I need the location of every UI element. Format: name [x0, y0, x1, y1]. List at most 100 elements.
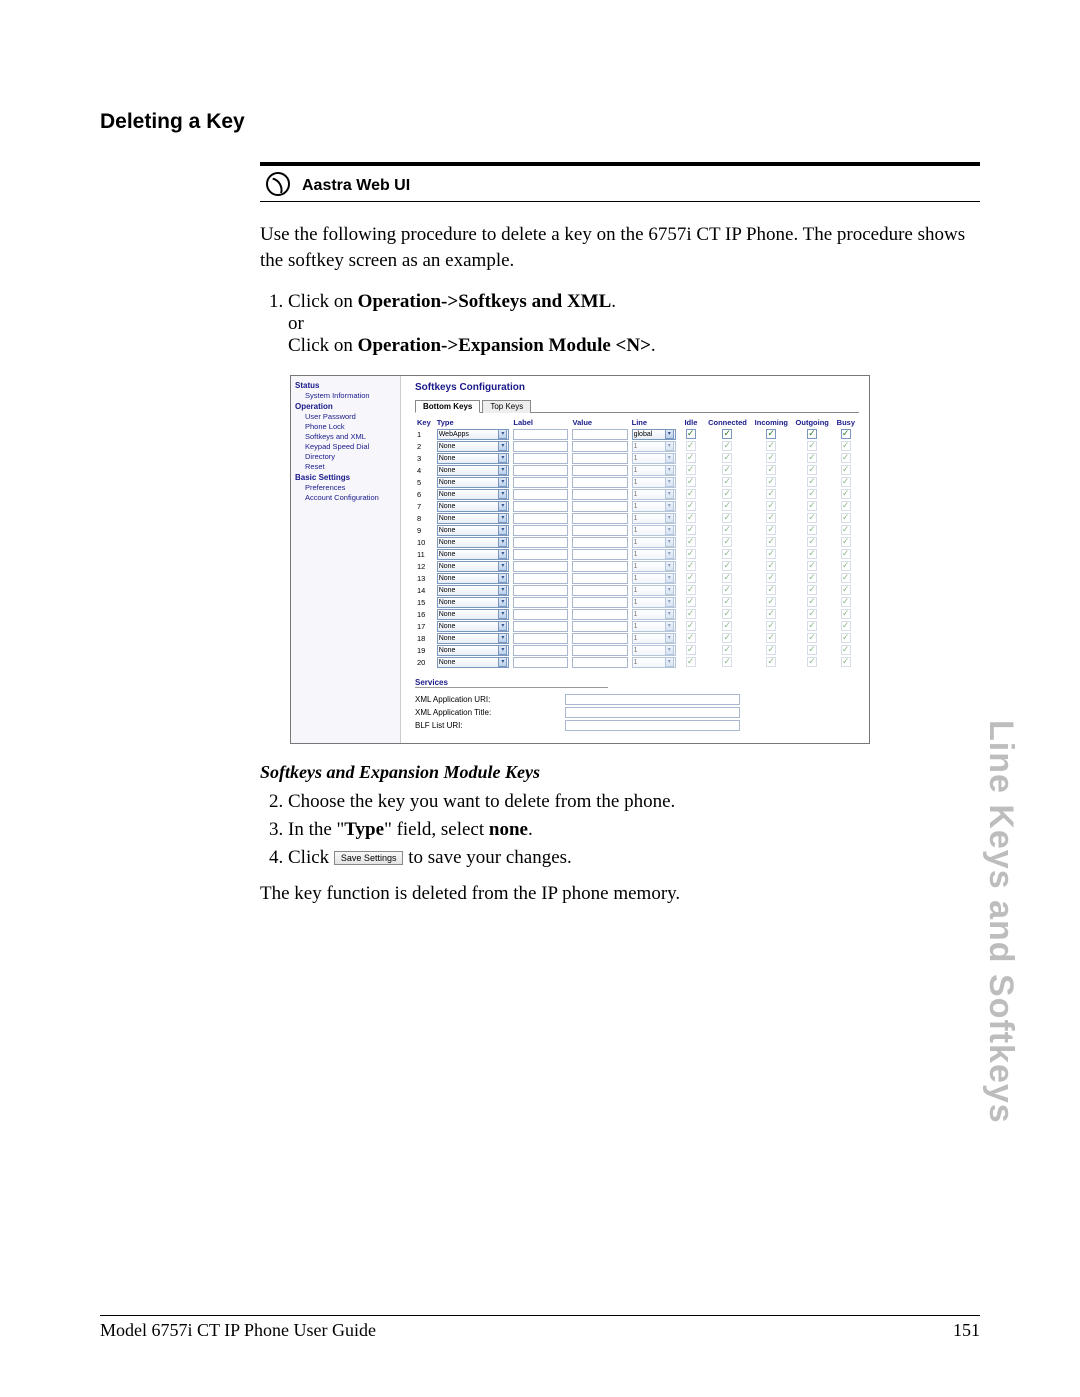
connected-checkbox[interactable] — [722, 645, 732, 655]
outgoing-checkbox[interactable] — [807, 489, 817, 499]
connected-checkbox[interactable] — [722, 537, 732, 547]
idle-checkbox[interactable] — [686, 549, 696, 559]
connected-checkbox[interactable] — [722, 585, 732, 595]
nav-item[interactable]: User Password — [295, 412, 396, 421]
type-select[interactable]: None▾ — [437, 549, 510, 560]
value-input[interactable] — [572, 537, 627, 548]
idle-checkbox[interactable] — [686, 621, 696, 631]
label-input[interactable] — [513, 489, 568, 500]
type-select[interactable]: None▾ — [437, 525, 510, 536]
xml-uri-input[interactable] — [565, 694, 740, 705]
busy-checkbox[interactable] — [841, 549, 851, 559]
label-input[interactable] — [513, 597, 568, 608]
type-select[interactable]: None▾ — [437, 621, 510, 632]
value-input[interactable] — [572, 501, 627, 512]
incoming-checkbox[interactable] — [766, 609, 776, 619]
type-select[interactable]: None▾ — [437, 645, 510, 656]
value-input[interactable] — [572, 525, 627, 536]
type-select[interactable]: WebApps▾ — [437, 429, 510, 440]
incoming-checkbox[interactable] — [766, 585, 776, 595]
value-input[interactable] — [572, 645, 627, 656]
value-input[interactable] — [572, 657, 627, 668]
incoming-checkbox[interactable] — [766, 561, 776, 571]
value-input[interactable] — [572, 585, 627, 596]
nav-item[interactable]: Reset — [295, 462, 396, 471]
type-select[interactable]: None▾ — [437, 657, 510, 668]
line-select[interactable]: 1▾ — [632, 645, 676, 656]
busy-checkbox[interactable] — [841, 441, 851, 451]
line-select[interactable]: 1▾ — [632, 453, 676, 464]
busy-checkbox[interactable] — [841, 501, 851, 511]
outgoing-checkbox[interactable] — [807, 465, 817, 475]
idle-checkbox[interactable] — [686, 513, 696, 523]
busy-checkbox[interactable] — [841, 561, 851, 571]
label-input[interactable] — [513, 501, 568, 512]
tab-top-keys[interactable]: Top Keys — [482, 400, 531, 413]
idle-checkbox[interactable] — [686, 489, 696, 499]
value-input[interactable] — [572, 477, 627, 488]
value-input[interactable] — [572, 465, 627, 476]
incoming-checkbox[interactable] — [766, 525, 776, 535]
idle-checkbox[interactable] — [686, 441, 696, 451]
nav-item[interactable]: System Information — [295, 391, 396, 400]
incoming-checkbox[interactable] — [766, 477, 776, 487]
busy-checkbox[interactable] — [841, 597, 851, 607]
line-select[interactable]: 1▾ — [632, 501, 676, 512]
idle-checkbox[interactable] — [686, 477, 696, 487]
outgoing-checkbox[interactable] — [807, 537, 817, 547]
busy-checkbox[interactable] — [841, 573, 851, 583]
line-select[interactable]: 1▾ — [632, 549, 676, 560]
line-select[interactable]: global▾ — [632, 429, 676, 440]
label-input[interactable] — [513, 585, 568, 596]
type-select[interactable]: None▾ — [437, 597, 510, 608]
type-select[interactable]: None▾ — [437, 441, 510, 452]
idle-checkbox[interactable] — [686, 525, 696, 535]
outgoing-checkbox[interactable] — [807, 549, 817, 559]
idle-checkbox[interactable] — [686, 537, 696, 547]
label-input[interactable] — [513, 609, 568, 620]
label-input[interactable] — [513, 441, 568, 452]
incoming-checkbox[interactable] — [766, 453, 776, 463]
outgoing-checkbox[interactable] — [807, 429, 817, 439]
busy-checkbox[interactable] — [841, 465, 851, 475]
label-input[interactable] — [513, 537, 568, 548]
label-input[interactable] — [513, 573, 568, 584]
idle-checkbox[interactable] — [686, 429, 696, 439]
outgoing-checkbox[interactable] — [807, 621, 817, 631]
label-input[interactable] — [513, 465, 568, 476]
type-select[interactable]: None▾ — [437, 609, 510, 620]
incoming-checkbox[interactable] — [766, 429, 776, 439]
type-select[interactable]: None▾ — [437, 501, 510, 512]
outgoing-checkbox[interactable] — [807, 573, 817, 583]
incoming-checkbox[interactable] — [766, 513, 776, 523]
busy-checkbox[interactable] — [841, 477, 851, 487]
line-select[interactable]: 1▾ — [632, 621, 676, 632]
value-input[interactable] — [572, 429, 627, 440]
line-select[interactable]: 1▾ — [632, 561, 676, 572]
idle-checkbox[interactable] — [686, 501, 696, 511]
connected-checkbox[interactable] — [722, 501, 732, 511]
type-select[interactable]: None▾ — [437, 489, 510, 500]
idle-checkbox[interactable] — [686, 609, 696, 619]
nav-item[interactable]: Preferences — [295, 483, 396, 492]
nav-item[interactable]: Directory — [295, 452, 396, 461]
type-select[interactable]: None▾ — [437, 633, 510, 644]
label-input[interactable] — [513, 525, 568, 536]
save-settings-button[interactable]: Save Settings — [334, 851, 404, 865]
line-select[interactable]: 1▾ — [632, 597, 676, 608]
type-select[interactable]: None▾ — [437, 513, 510, 524]
busy-checkbox[interactable] — [841, 657, 851, 667]
value-input[interactable] — [572, 621, 627, 632]
busy-checkbox[interactable] — [841, 645, 851, 655]
type-select[interactable]: None▾ — [437, 573, 510, 584]
label-input[interactable] — [513, 645, 568, 656]
incoming-checkbox[interactable] — [766, 597, 776, 607]
label-input[interactable] — [513, 549, 568, 560]
outgoing-checkbox[interactable] — [807, 561, 817, 571]
nav-item[interactable]: Account Configuration — [295, 493, 396, 502]
idle-checkbox[interactable] — [686, 585, 696, 595]
connected-checkbox[interactable] — [722, 573, 732, 583]
type-select[interactable]: None▾ — [437, 585, 510, 596]
incoming-checkbox[interactable] — [766, 441, 776, 451]
idle-checkbox[interactable] — [686, 633, 696, 643]
